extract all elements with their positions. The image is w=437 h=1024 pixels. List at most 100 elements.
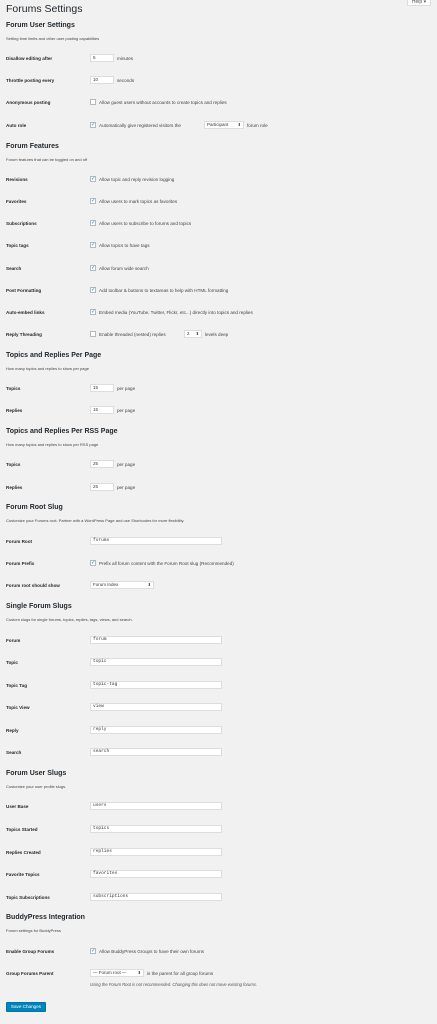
group-forums-label: Enable Group Forums [6, 949, 55, 954]
chevron-down-icon: ⬍ [237, 122, 241, 127]
topics-started-slug-input[interactable]: topics [90, 825, 222, 833]
slug-label: Topics Started [6, 827, 38, 832]
auto-role-select[interactable]: Participant ⬍ [204, 121, 244, 129]
forum-root-label: Forum Root [6, 539, 33, 544]
topics-per-page-input[interactable]: 15 [90, 384, 114, 392]
auto-role-select-value: Participant [207, 122, 229, 127]
chevron-down-icon: ⬍ [147, 582, 151, 587]
rss-replies-input[interactable]: 25 [90, 483, 114, 491]
forum-root-show-select[interactable]: Forum Index ⬍ [90, 581, 154, 589]
chevron-down-icon: ⬍ [137, 970, 141, 975]
rss-topics-label: Topics [6, 462, 21, 467]
topic-subscriptions-slug-input[interactable]: subscriptions [90, 893, 222, 901]
chevron-down-icon: ⬍ [195, 331, 199, 336]
feature-text: Allow topics to have tags [99, 243, 150, 248]
search-slug-input[interactable]: search [90, 748, 222, 756]
per-page-unit: per page [117, 462, 136, 467]
group-forums-checkbox[interactable]: ✓ [90, 948, 96, 954]
post-formatting-checkbox[interactable]: ✓ [90, 287, 96, 293]
topic-slug-input[interactable]: topic [90, 658, 222, 666]
rss-topics-input[interactable]: 25 [90, 460, 114, 468]
threading-depth-value: 2 [187, 331, 190, 336]
slug-label: Topic Subscriptions [6, 895, 50, 900]
forum-prefix-text: Prefix all forum content with the Forum … [99, 561, 234, 566]
topics-per-page-label: Topics [6, 386, 21, 391]
per-page-unit: per page [117, 408, 136, 413]
threading-depth-select[interactable]: 2 ⬍ [184, 330, 202, 338]
group-forums-parent-select[interactable]: — Forum root — ⬍ [90, 969, 144, 977]
slug-label: Search [6, 750, 22, 755]
threading-suffix: levels deep [205, 332, 229, 337]
slug-label: Replies Created [6, 850, 41, 855]
forum-slug-input[interactable]: forum [90, 636, 222, 644]
forum-root-input[interactable]: forums [90, 537, 222, 545]
feature-label: Favorites [6, 199, 27, 204]
throttle-posting-input[interactable]: 10 [90, 76, 114, 84]
help-tab[interactable]: Help ▾ [407, 0, 431, 6]
anonymous-posting-checkbox[interactable] [90, 99, 96, 105]
section-description: Forum settings for BuddyPress [6, 928, 61, 933]
topic-tags-checkbox[interactable]: ✓ [90, 242, 96, 248]
slug-label: Forum [6, 638, 21, 643]
slug-label: User Base [6, 804, 29, 809]
section-description: Customize your Forums root. Partner with… [6, 518, 185, 523]
group-forums-parent-label: Group Forums Parent [6, 971, 54, 976]
feature-label: Post Formatting [6, 288, 42, 293]
save-changes-button[interactable]: Save Changes [6, 1002, 46, 1012]
reply-slug-input[interactable]: reply [90, 726, 222, 734]
reply-threading-text: Enable threaded (nested) replies [99, 332, 166, 337]
search-checkbox[interactable]: ✓ [90, 265, 96, 271]
reply-threading-checkbox[interactable] [90, 331, 96, 337]
forum-root-show-label: Forum root should show [6, 583, 60, 588]
replies-created-slug-input[interactable]: replies [90, 848, 222, 856]
rss-replies-label: Replies [6, 485, 23, 490]
topic-tag-slug-input[interactable]: topic-tag [90, 681, 222, 689]
section-description: Setting time limits and other user posti… [6, 36, 100, 41]
slug-label: Topic [6, 660, 18, 665]
auto-role-text: Automatically give registered visitors t… [99, 123, 181, 128]
slug-label: Favorite Topics [6, 872, 40, 877]
group-forums-parent-value: — Forum root — [93, 970, 127, 975]
section-heading-per-page: Topics and Replies Per Page [6, 352, 102, 359]
replies-per-page-label: Replies [6, 408, 23, 413]
feature-text: Embed media (YouTube, Twitter, Flickr, e… [99, 310, 253, 315]
section-heading-user-slugs: Forum User Slugs [6, 770, 67, 777]
group-forums-text: Allow BuddyPress Groups to have their ow… [99, 949, 204, 954]
slug-label: Topic View [6, 705, 30, 710]
feature-label: Subscriptions [6, 221, 37, 226]
feature-text: Add toolbar & buttons to textareas to he… [99, 288, 229, 293]
feature-text: Allow users to mark topics as favorites [99, 199, 178, 204]
section-description: Forum features that can be toggled on an… [6, 157, 88, 162]
slug-label: Topic Tag [6, 683, 28, 688]
forum-prefix-label: Forum Prefix [6, 561, 35, 566]
replies-per-page-input[interactable]: 15 [90, 406, 114, 414]
reply-threading-label: Reply Threading [6, 332, 42, 337]
feature-text: Allow users to subscribe to forums and t… [99, 221, 192, 226]
per-page-unit: per page [117, 485, 136, 490]
revisions-checkbox[interactable]: ✓ [90, 176, 96, 182]
auto-role-label: Auto role [6, 123, 27, 128]
slug-label: Reply [6, 728, 19, 733]
feature-label: Topic tags [6, 243, 29, 248]
seconds-unit: seconds [117, 78, 135, 83]
subscriptions-checkbox[interactable]: ✓ [90, 220, 96, 226]
minutes-unit: minutes [117, 56, 134, 61]
favorites-checkbox[interactable]: ✓ [90, 198, 96, 204]
section-description: How many topics and replies to show per … [6, 366, 89, 371]
auto-embed-checkbox[interactable]: ✓ [90, 309, 96, 315]
section-heading-features: Forum Features [6, 143, 59, 150]
section-heading-single-slugs: Single Forum Slugs [6, 603, 72, 610]
section-heading-buddypress: BuddyPress Integration [6, 914, 85, 921]
disallow-editing-input[interactable]: 5 [90, 54, 114, 62]
favorite-topics-slug-input[interactable]: favorites [90, 870, 222, 878]
throttle-posting-label: Throttle posting every [6, 78, 55, 83]
section-description: Customize your user profile slugs. [6, 784, 67, 789]
auto-role-checkbox[interactable]: ✓ [90, 122, 96, 128]
feature-label: Revisions [6, 177, 28, 182]
topic-view-slug-input[interactable]: view [90, 703, 222, 711]
feature-text: Allow topic and reply revision logging [99, 177, 175, 182]
section-description: How many topics and replies to show per … [6, 442, 99, 447]
forum-prefix-checkbox[interactable]: ✓ [90, 560, 96, 566]
user-base-slug-input[interactable]: users [90, 802, 222, 810]
group-forums-parent-suffix: is the parent for all group forums [147, 971, 214, 976]
